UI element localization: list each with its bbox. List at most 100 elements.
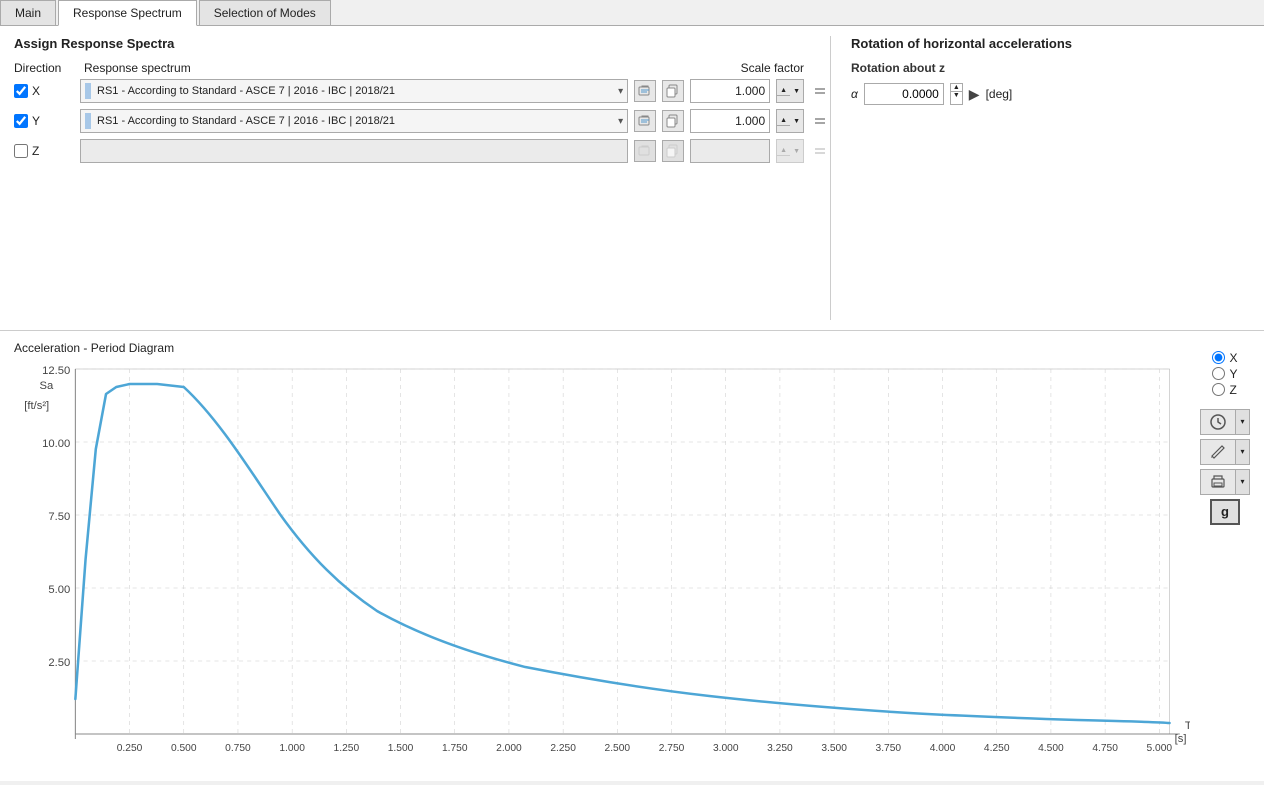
svg-text:2.250: 2.250	[550, 743, 576, 754]
svg-text:4.750: 4.750	[1092, 743, 1118, 754]
scale-input-y[interactable]: 1.000	[690, 109, 770, 133]
rotation-panel: Rotation of horizontal accelerations Rot…	[830, 36, 1250, 320]
clock-button[interactable]	[1200, 409, 1236, 435]
svg-text:3.250: 3.250	[767, 743, 793, 754]
svg-text:2.50: 2.50	[48, 657, 70, 669]
radio-x-label: X	[1229, 351, 1237, 365]
main-content: Assign Response Spectra Direction Respon…	[0, 26, 1264, 781]
scale-spin-down-x[interactable]: ▼	[790, 87, 803, 96]
svg-text:10.00: 10.00	[42, 438, 70, 450]
svg-text:0.500: 0.500	[171, 743, 197, 754]
open-icon-x[interactable]	[634, 80, 656, 102]
expand-z	[810, 144, 830, 158]
svg-text:1.750: 1.750	[442, 743, 468, 754]
scale-spin-up-x[interactable]: ▲	[777, 86, 790, 96]
spectrum-color-y	[85, 113, 91, 129]
copy-icon-y[interactable]	[662, 110, 684, 132]
chart-svg: 2.50 5.00 7.50 10.00 12.50 Sa [ft/s²] 0.…	[14, 359, 1190, 759]
svg-text:1.000: 1.000	[279, 743, 305, 754]
assign-row-x: X RS1 - According to Standard - ASCE 7 |…	[14, 79, 830, 103]
checkbox-y[interactable]	[14, 114, 28, 128]
edit-button[interactable]	[1200, 439, 1236, 465]
assign-title: Assign Response Spectra	[14, 36, 830, 51]
edit-btn-group: ▾	[1200, 439, 1250, 465]
radio-z-label: Z	[1229, 383, 1236, 397]
alpha-arrow[interactable]: ▶	[969, 86, 980, 103]
alpha-unit: [deg]	[986, 87, 1013, 101]
rotation-row: α ▲ ▼ ▶ [deg]	[851, 83, 1250, 105]
radio-item-z: Z	[1212, 383, 1237, 397]
scale-value-x: 1.000	[693, 84, 767, 98]
radio-y[interactable]	[1212, 367, 1225, 380]
svg-text:7.50: 7.50	[48, 511, 70, 523]
spectrum-text-y: RS1 - According to Standard - ASCE 7 | 2…	[97, 115, 618, 127]
scale-input-z	[690, 139, 770, 163]
open-icon-y[interactable]	[634, 110, 656, 132]
assign-panel: Assign Response Spectra Direction Respon…	[14, 36, 830, 320]
bottom-panel: Acceleration - Period Diagram	[0, 331, 1264, 781]
chart-title: Acceleration - Period Diagram	[14, 341, 1200, 355]
radio-y-label: Y	[1229, 367, 1237, 381]
svg-text:2.500: 2.500	[605, 743, 631, 754]
svg-text:5.000: 5.000	[1147, 743, 1173, 754]
scale-spin-up-y[interactable]: ▲	[777, 116, 790, 126]
svg-text:Sa: Sa	[40, 380, 55, 392]
col-spectrum-header: Response spectrum	[80, 61, 668, 75]
svg-text:2.000: 2.000	[496, 743, 522, 754]
dir-check-z: Z	[14, 144, 74, 158]
print-button[interactable]	[1200, 469, 1236, 495]
spectrum-text-x: RS1 - According to Standard - ASCE 7 | 2…	[97, 85, 618, 97]
svg-text:4.250: 4.250	[984, 743, 1010, 754]
tab-response-spectrum[interactable]: Response Spectrum	[58, 0, 197, 26]
spectrum-color-x	[85, 83, 91, 99]
chart-area: Acceleration - Period Diagram	[14, 341, 1200, 771]
clock-btn-group: ▾	[1200, 409, 1250, 435]
open-icon-z	[634, 140, 656, 162]
edit-btn-arrow[interactable]: ▾	[1236, 439, 1250, 465]
tab-selection-modes[interactable]: Selection of Modes	[199, 0, 331, 25]
rotation-subtitle: Rotation about z	[851, 61, 1250, 75]
svg-text:4.500: 4.500	[1038, 743, 1064, 754]
g-button[interactable]: g	[1210, 499, 1240, 525]
svg-text:1.500: 1.500	[388, 743, 414, 754]
clock-btn-arrow[interactable]: ▾	[1236, 409, 1250, 435]
alpha-spin-up[interactable]: ▲	[951, 84, 962, 92]
alpha-spin-down[interactable]: ▼	[951, 92, 962, 99]
svg-text:3.000: 3.000	[713, 743, 739, 754]
rotation-title: Rotation of horizontal accelerations	[851, 36, 1250, 51]
svg-text:12.50: 12.50	[42, 365, 70, 377]
dropdown-arrow-x[interactable]: ▾	[618, 86, 623, 97]
expand-x[interactable]	[810, 84, 830, 98]
svg-text:T: T	[1185, 720, 1190, 732]
radio-z[interactable]	[1212, 383, 1225, 396]
col-direction-header: Direction	[14, 61, 74, 75]
svg-text:[s]: [s]	[1175, 733, 1187, 745]
checkbox-z[interactable]	[14, 144, 28, 158]
svg-text:2.750: 2.750	[659, 743, 685, 754]
scale-input-x[interactable]: 1.000	[690, 79, 770, 103]
top-panel: Assign Response Spectra Direction Respon…	[0, 26, 1264, 331]
svg-text:[ft/s²]: [ft/s²]	[24, 400, 49, 412]
alpha-label: α	[851, 87, 858, 101]
spectrum-dropdown-x[interactable]: RS1 - According to Standard - ASCE 7 | 2…	[80, 79, 628, 103]
side-controls: X Y Z ▾	[1200, 341, 1250, 771]
dropdown-arrow-y[interactable]: ▾	[618, 116, 623, 127]
radio-item-y: Y	[1212, 367, 1237, 381]
svg-text:5.00: 5.00	[48, 584, 70, 596]
tabs-bar: Main Response Spectrum Selection of Mode…	[0, 0, 1264, 26]
svg-text:4.000: 4.000	[930, 743, 956, 754]
expand-y[interactable]	[810, 114, 830, 128]
col-scale-header: Scale factor	[724, 61, 804, 75]
alpha-input[interactable]	[864, 83, 944, 105]
copy-icon-x[interactable]	[662, 80, 684, 102]
scale-value-y: 1.000	[693, 114, 767, 128]
svg-text:3.500: 3.500	[821, 743, 847, 754]
radio-item-x: X	[1212, 351, 1237, 365]
checkbox-x[interactable]	[14, 84, 28, 98]
scale-spin-down-y[interactable]: ▼	[790, 117, 803, 126]
spectrum-dropdown-y[interactable]: RS1 - According to Standard - ASCE 7 | 2…	[80, 109, 628, 133]
radio-x[interactable]	[1212, 351, 1225, 364]
print-btn-arrow[interactable]: ▾	[1236, 469, 1250, 495]
spectrum-dropdown-z	[80, 139, 628, 163]
tab-main[interactable]: Main	[0, 0, 56, 25]
